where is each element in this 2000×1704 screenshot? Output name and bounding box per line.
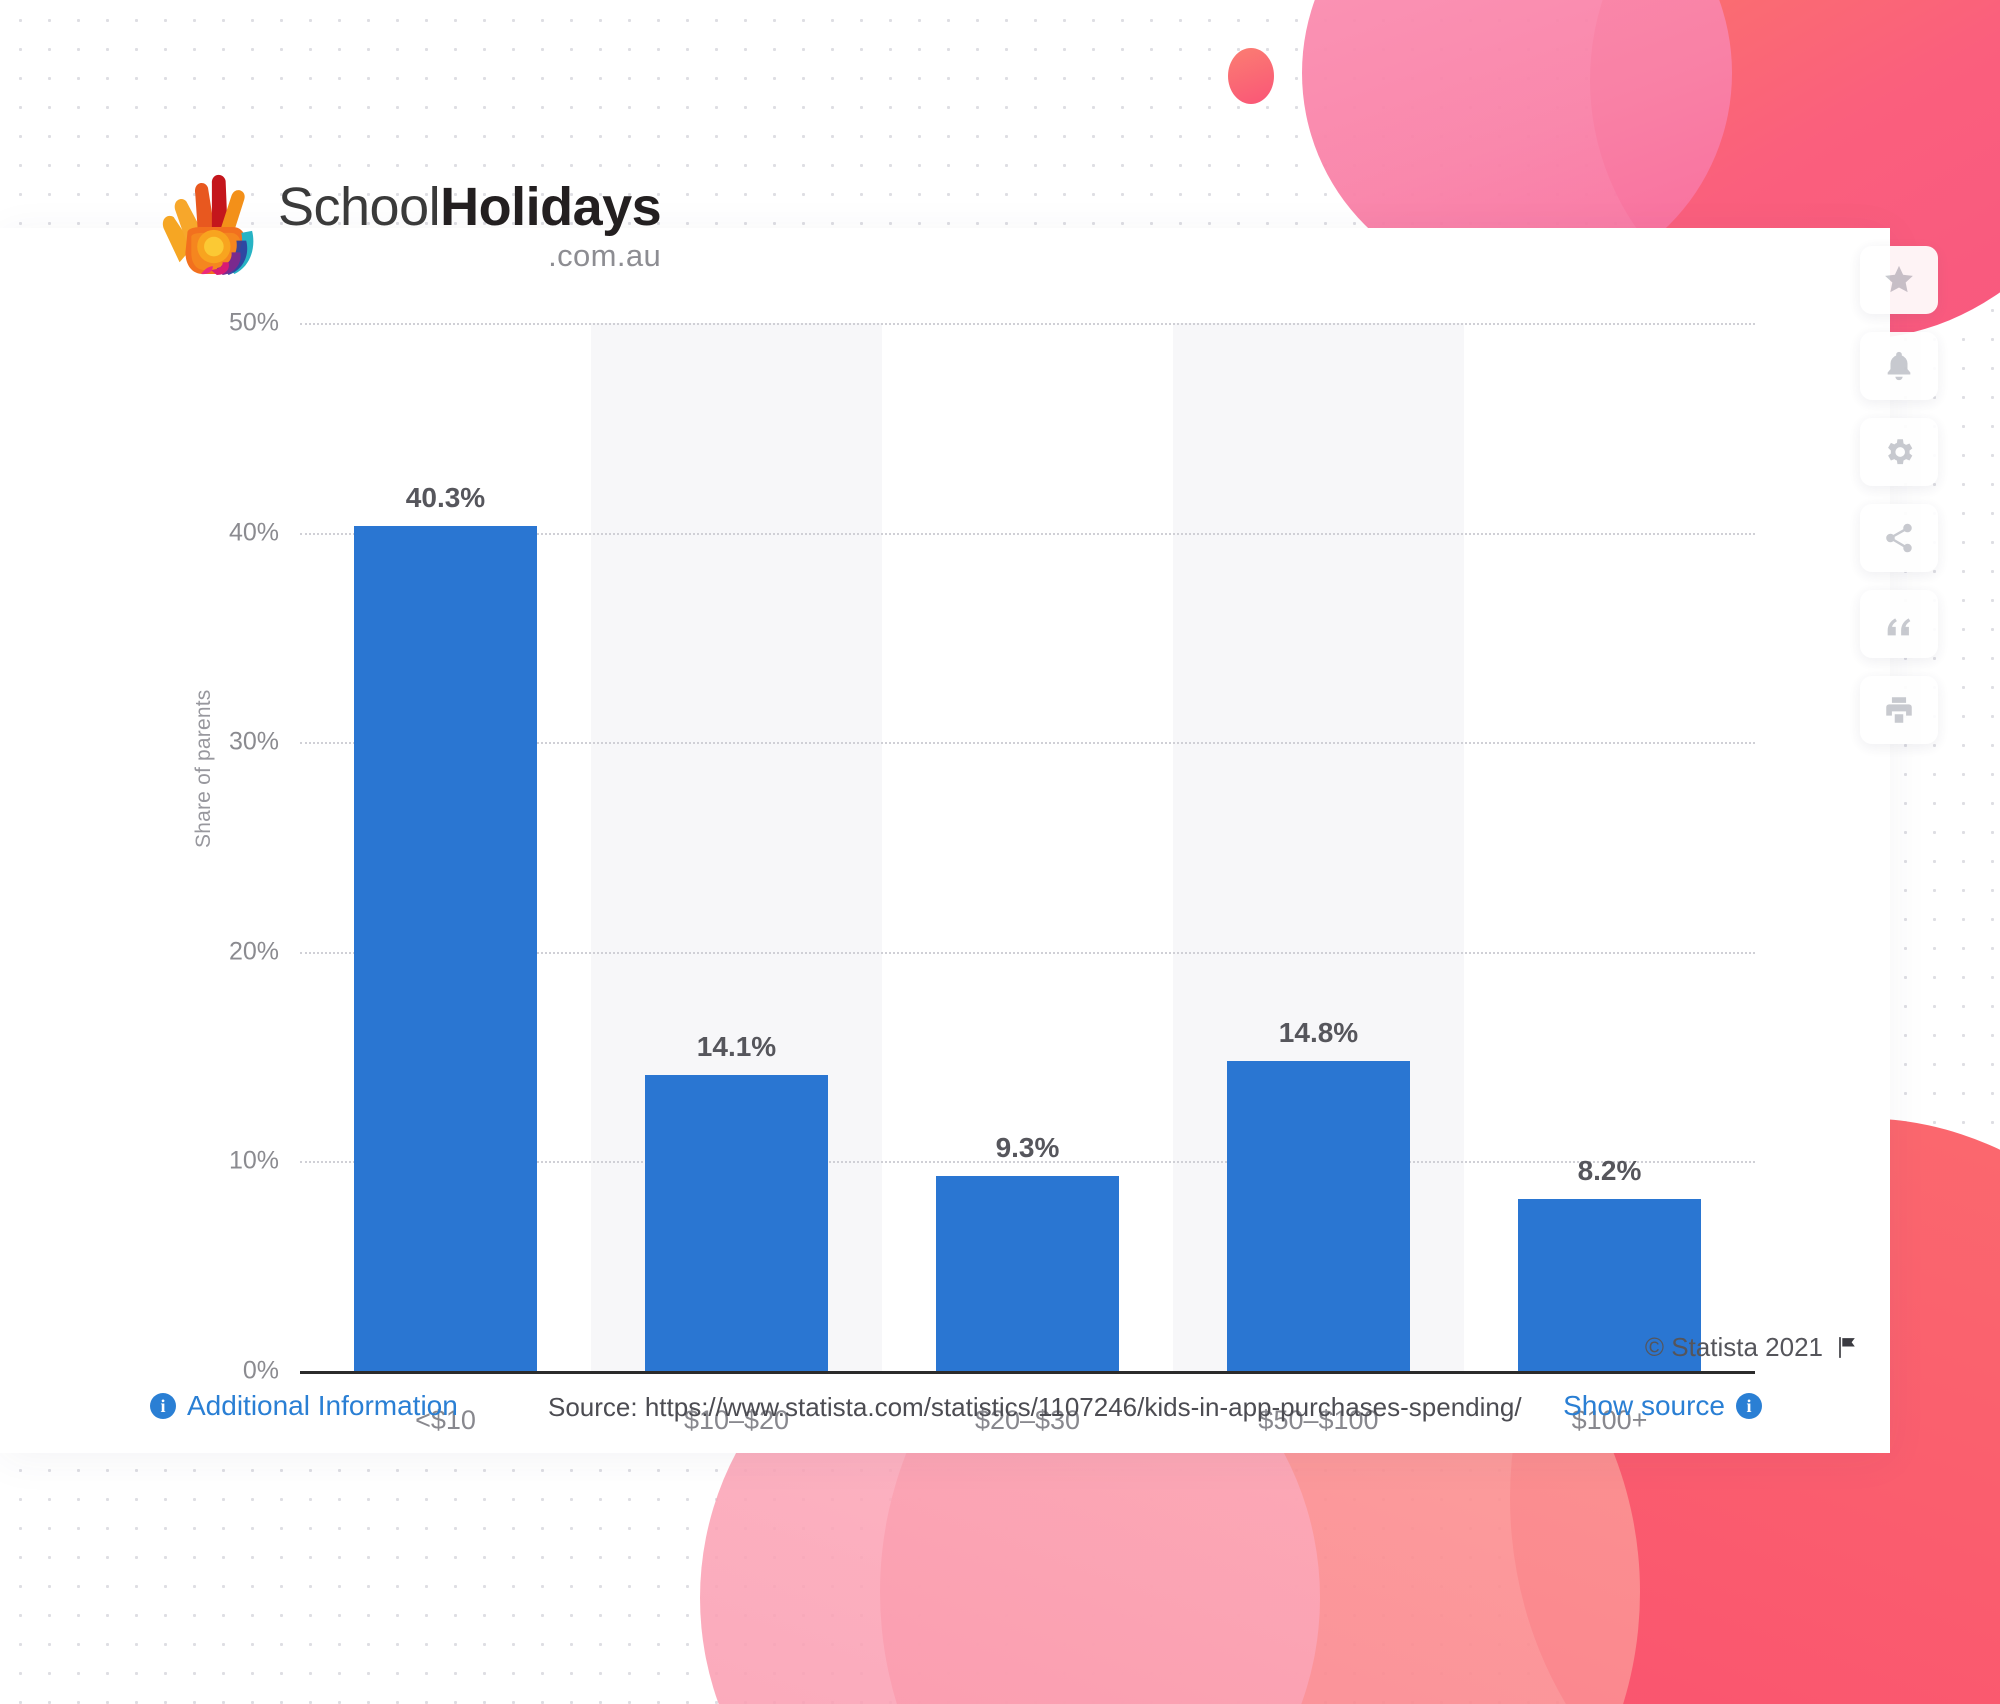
y-axis-tick-label: 10% bbox=[228, 1146, 279, 1175]
bar-value-label: 14.1% bbox=[696, 1031, 777, 1063]
bar[interactable] bbox=[353, 526, 538, 1371]
share-button[interactable] bbox=[1860, 504, 1938, 572]
bar-value-label: 14.8% bbox=[1278, 1016, 1359, 1048]
print-icon bbox=[1886, 697, 1912, 723]
y-axis-tick-label: 40% bbox=[228, 518, 279, 547]
additional-information-link[interactable]: i Additional Information bbox=[150, 1390, 458, 1422]
bar-value-label: 8.2% bbox=[1577, 1155, 1642, 1187]
info-icon: i bbox=[1736, 1393, 1762, 1419]
star-icon bbox=[1885, 265, 1913, 293]
bar-value-label: 40.3% bbox=[405, 482, 486, 514]
additional-information-label: Additional Information bbox=[187, 1390, 458, 1421]
y-axis-tick-label: 30% bbox=[228, 727, 279, 756]
bell-icon bbox=[1887, 351, 1911, 381]
show-source-link[interactable]: Show source i bbox=[1563, 1390, 1762, 1422]
bar[interactable] bbox=[1226, 1060, 1411, 1371]
y-axis-tick-label: 20% bbox=[228, 937, 279, 966]
settings-button[interactable] bbox=[1860, 418, 1938, 486]
bar[interactable] bbox=[935, 1176, 1120, 1371]
logo-word-holidays: Holidays bbox=[440, 177, 662, 237]
logo-tld: .com.au bbox=[548, 238, 662, 273]
notify-button[interactable] bbox=[1860, 332, 1938, 400]
side-toolbar bbox=[1860, 246, 1938, 744]
y-axis-title: Share of parents bbox=[192, 689, 215, 848]
favourite-button[interactable] bbox=[1860, 246, 1938, 314]
y-axis-tick-label: 50% bbox=[228, 308, 279, 337]
share-icon bbox=[1886, 523, 1912, 553]
screenshot-root: SchoolHolidays .com.au Share of parents … bbox=[0, 0, 2000, 1704]
flag-icon bbox=[1839, 1337, 1855, 1358]
footer-row: i Additional Information Source: https:/… bbox=[0, 1390, 1890, 1450]
copyright-text: © Statista 2021 bbox=[1644, 1332, 1823, 1362]
gridline bbox=[300, 323, 1755, 325]
logo-word-school: School bbox=[278, 177, 441, 237]
site-logo[interactable]: SchoolHolidays .com.au bbox=[158, 172, 662, 276]
logo-wordmark: SchoolHolidays bbox=[278, 177, 662, 237]
colorful-hand-logo-icon bbox=[162, 174, 254, 275]
copyright-row: © Statista 2021 bbox=[1645, 1332, 1860, 1363]
show-source-label: Show source bbox=[1563, 1390, 1725, 1421]
y-axis-tick-label: 0% bbox=[242, 1356, 279, 1385]
x-axis-line bbox=[300, 1371, 1755, 1374]
print-button[interactable] bbox=[1860, 676, 1938, 744]
plot-area: 0% 10% 20% 30% 40% 50% 40.3% <$10 14.1% $10–$20 9.… bbox=[229, 309, 1755, 1460]
info-icon: i bbox=[150, 1393, 176, 1419]
bar-chart: Share of parents 0% 10% 20% 30% 40% 50% 40.3% <… bbox=[0, 228, 1890, 1453]
logo-text: SchoolHolidays .com.au bbox=[278, 172, 662, 274]
bar-value-label: 9.3% bbox=[995, 1132, 1060, 1164]
quote-icon bbox=[1887, 618, 1911, 636]
decorative-blob-small-dot bbox=[1228, 48, 1274, 104]
gear-icon bbox=[1888, 439, 1913, 465]
source-text: Source: https://www.statista.com/statist… bbox=[548, 1392, 1522, 1422]
bar[interactable] bbox=[644, 1075, 829, 1371]
cite-button[interactable] bbox=[1860, 590, 1938, 658]
